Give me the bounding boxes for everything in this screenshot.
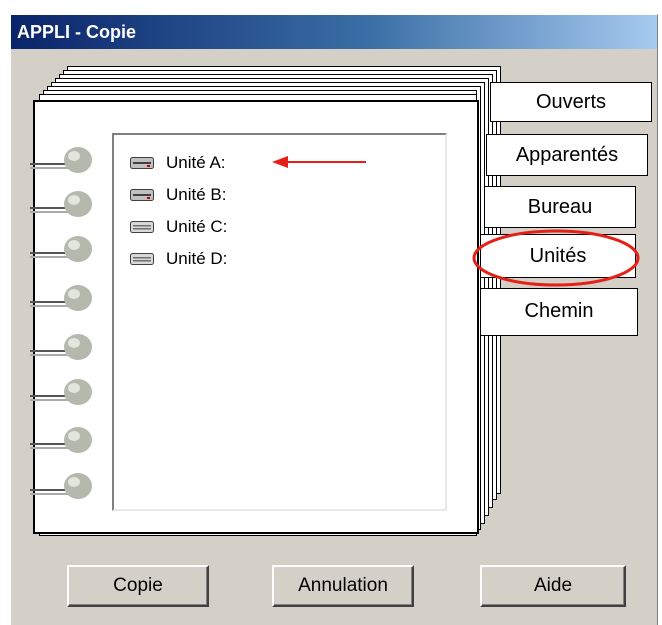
help-button[interactable]: Aide [480,565,626,607]
drive-list[interactable]: Unité A: Unité B: Unité C: Unité D: [112,133,447,511]
copy-button-label: Copie [113,575,163,596]
tab-label: Bureau [527,196,593,218]
cancel-button-label: Annulation [298,575,388,596]
tab-chemin[interactable]: Chemin [480,288,638,336]
floppy-drive-icon [130,157,154,169]
tab-ouverts[interactable]: Ouverts [490,82,652,122]
spiral-ring-icon [30,473,92,499]
spiral-ring-icon [30,236,92,262]
drive-label: Unité B: [166,185,227,204]
drive-label: Unité A: [166,153,226,172]
annotation-arrow-icon [272,156,366,168]
title-bar[interactable]: APPLI - Copie [11,15,657,49]
spiral-ring-icon [30,285,92,311]
list-item-drive-a[interactable]: Unité A: [130,152,226,174]
cancel-button[interactable]: Annulation [272,565,414,607]
floppy-drive-icon [130,189,154,201]
spiral-ring-icon [30,191,92,217]
tab-label: Ouverts [535,91,607,113]
copy-button[interactable]: Copie [67,565,209,607]
list-item-drive-b[interactable]: Unité B: [130,184,226,206]
drive-label: Unité D: [166,249,228,268]
spiral-ring-icon [30,147,92,173]
tab-bureau[interactable]: Bureau [484,186,636,228]
hard-drive-icon [130,253,154,265]
spiral-ring-icon [30,379,92,405]
list-item-drive-c[interactable]: Unité C: [130,216,227,238]
help-button-label: Aide [533,575,573,596]
tab-label: Apparentés [515,144,619,166]
hard-drive-icon [130,221,154,233]
spiral-ring-icon [30,334,92,360]
window-title: APPLI - Copie [17,22,137,42]
spiral-ring-icon [30,427,92,453]
list-item-drive-d[interactable]: Unité D: [130,248,227,270]
annotation-highlight-ellipse [472,229,640,287]
drive-label: Unité C: [166,217,228,236]
tab-label: Chemin [524,300,594,322]
tab-apparentes[interactable]: Apparentés [486,134,648,176]
